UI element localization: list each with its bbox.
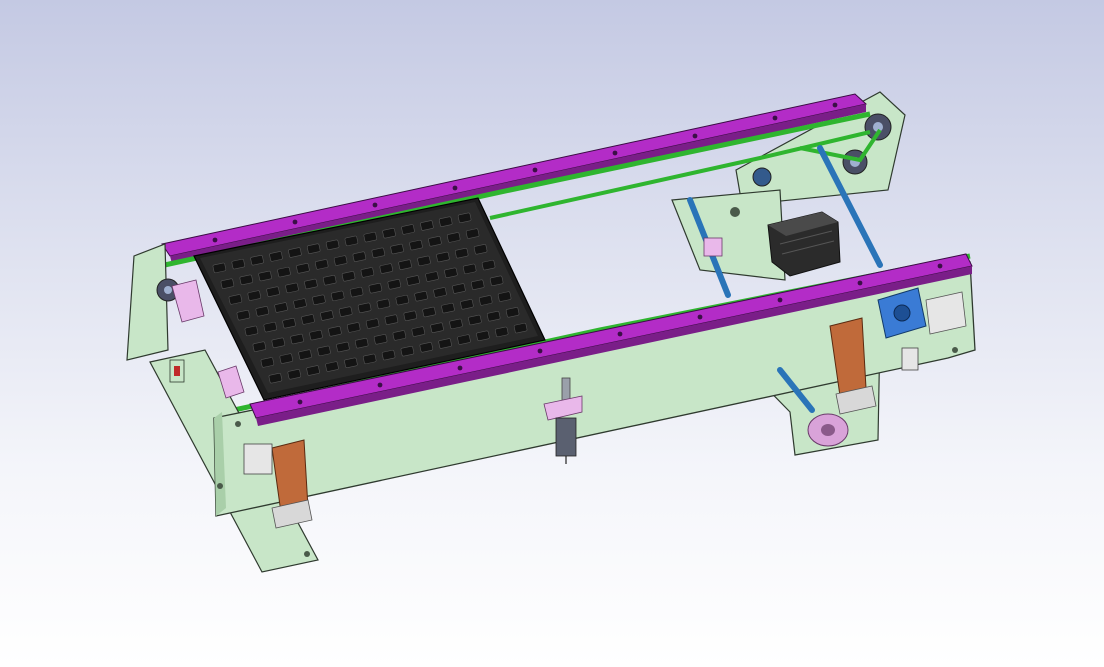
cad-viewport[interactable]: #c8e6c8 bbox=[0, 0, 1104, 667]
conveyor-assembly-model[interactable] bbox=[0, 0, 1104, 667]
